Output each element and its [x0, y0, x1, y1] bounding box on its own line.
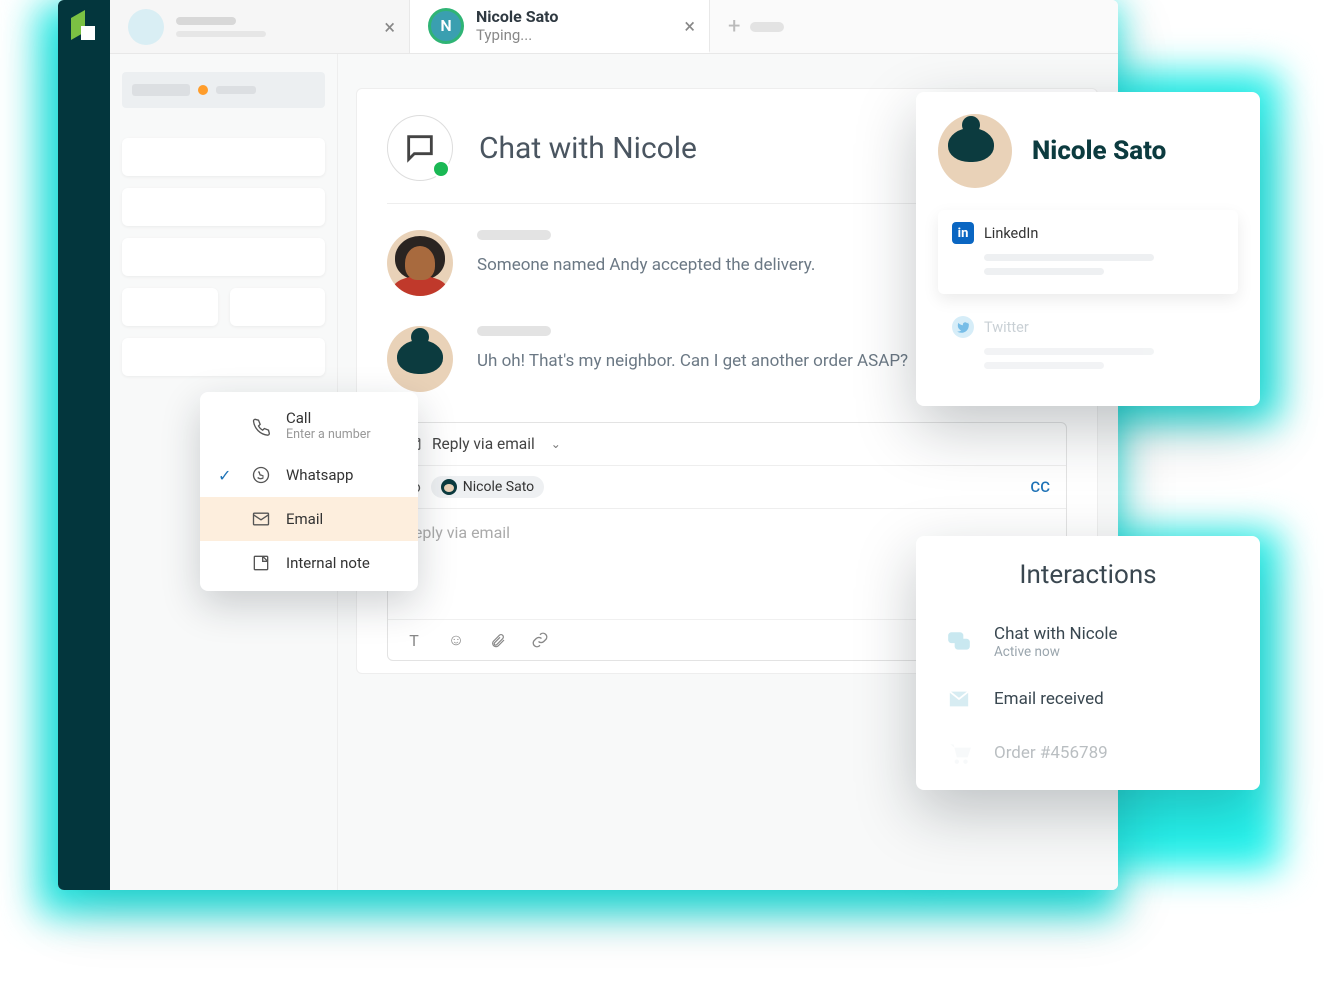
menu-item-label: Whatsapp [286, 466, 353, 484]
sender-placeholder [477, 230, 551, 240]
interaction-title: Order #456789 [994, 743, 1108, 763]
avatar-initial: N [428, 8, 464, 44]
sidebar-card[interactable] [122, 238, 325, 276]
phone-icon [250, 415, 272, 437]
composer-mode-select[interactable]: Reply via email ⌄ [388, 423, 1066, 466]
tab-inactive[interactable]: × [110, 0, 410, 53]
chat-icon [942, 627, 976, 657]
social-label: LinkedIn [984, 225, 1038, 242]
interactions-title: Interactions [942, 560, 1234, 590]
tab-subtitle: Typing... [476, 26, 558, 44]
twitter-icon [952, 316, 974, 338]
whatsapp-icon [250, 464, 272, 486]
check-icon: ✓ [218, 466, 236, 485]
composer-mode-label: Reply via email [432, 435, 535, 453]
sidebar-status-strip[interactable] [122, 72, 325, 108]
new-tab-button[interactable]: + [710, 0, 802, 53]
avatar-customer [387, 326, 453, 392]
online-dot-icon [432, 160, 450, 178]
interaction-title: Email received [994, 689, 1104, 709]
channel-option-email[interactable]: Email [200, 497, 418, 541]
chat-bubble-icon [387, 115, 453, 181]
interactions-card: Interactions Chat with Nicole Active now… [916, 536, 1260, 790]
sidebar-card[interactable] [122, 188, 325, 226]
linkedin-icon: in [952, 222, 974, 244]
mail-icon [942, 684, 976, 714]
social-label: Twitter [984, 319, 1029, 336]
close-icon[interactable]: × [684, 14, 695, 38]
emoji-icon[interactable]: ☺ [446, 630, 466, 650]
note-icon [250, 552, 272, 574]
placeholder-line [176, 31, 266, 37]
avatar-placeholder-icon [128, 9, 164, 45]
message-text: Uh oh! That's my neighbor. Can I get ano… [477, 348, 908, 375]
interaction-chat[interactable]: Chat with Nicole Active now [942, 612, 1234, 672]
avatar-mini-icon [441, 479, 457, 495]
sender-placeholder [477, 326, 551, 336]
sidebar-card[interactable] [122, 338, 325, 376]
interaction-order[interactable]: Order #456789 [942, 726, 1234, 780]
cc-button[interactable]: CC [1030, 478, 1050, 496]
channel-option-call[interactable]: Call Enter a number [200, 398, 418, 453]
sidebar-card[interactable] [122, 138, 325, 176]
link-icon[interactable] [530, 630, 550, 650]
message-text: Someone named Andy accepted the delivery… [477, 252, 815, 279]
tab-bar: × N Nicole Sato Typing... × + [110, 0, 1118, 54]
channel-option-internal-note[interactable]: Internal note [200, 541, 418, 585]
social-linkedin[interactable]: in LinkedIn [938, 210, 1238, 294]
interaction-sub: Active now [994, 644, 1118, 660]
channel-menu: Call Enter a number ✓ Whatsapp Email Int… [200, 392, 418, 591]
plus-icon: + [728, 14, 740, 39]
tab-active[interactable]: N Nicole Sato Typing... × [410, 0, 710, 53]
interaction-title: Chat with Nicole [994, 624, 1118, 644]
profile-card: Nicole Sato in LinkedIn Twitter [916, 92, 1260, 406]
brand-logo-icon [71, 14, 97, 40]
tab-title: Nicole Sato [476, 7, 558, 26]
menu-item-label: Call [286, 409, 371, 427]
interaction-email[interactable]: Email received [942, 672, 1234, 726]
text-format-icon[interactable]: T [404, 630, 424, 650]
cart-icon [942, 738, 976, 768]
attachment-icon[interactable] [488, 630, 508, 650]
conversation-title: Chat with Nicole [479, 131, 697, 166]
status-dot-icon [198, 85, 208, 95]
nav-rail [58, 0, 110, 890]
recipient-name: Nicole Sato [463, 479, 534, 495]
close-icon[interactable]: × [384, 15, 395, 39]
profile-name: Nicole Sato [1032, 136, 1166, 166]
menu-item-label: Internal note [286, 554, 370, 572]
placeholder-line [176, 17, 236, 25]
chevron-down-icon: ⌄ [551, 437, 561, 451]
avatar-customer [938, 114, 1012, 188]
placeholder-pill [750, 22, 784, 32]
sidebar-card[interactable] [122, 288, 218, 326]
avatar-agent [387, 230, 453, 296]
channel-option-whatsapp[interactable]: ✓ Whatsapp [200, 453, 418, 497]
menu-item-hint: Enter a number [286, 427, 371, 442]
menu-item-label: Email [286, 510, 323, 528]
recipient-chip[interactable]: Nicole Sato [431, 476, 544, 498]
sidebar-card[interactable] [230, 288, 326, 326]
social-twitter[interactable]: Twitter [938, 304, 1238, 388]
mail-icon [250, 508, 272, 530]
